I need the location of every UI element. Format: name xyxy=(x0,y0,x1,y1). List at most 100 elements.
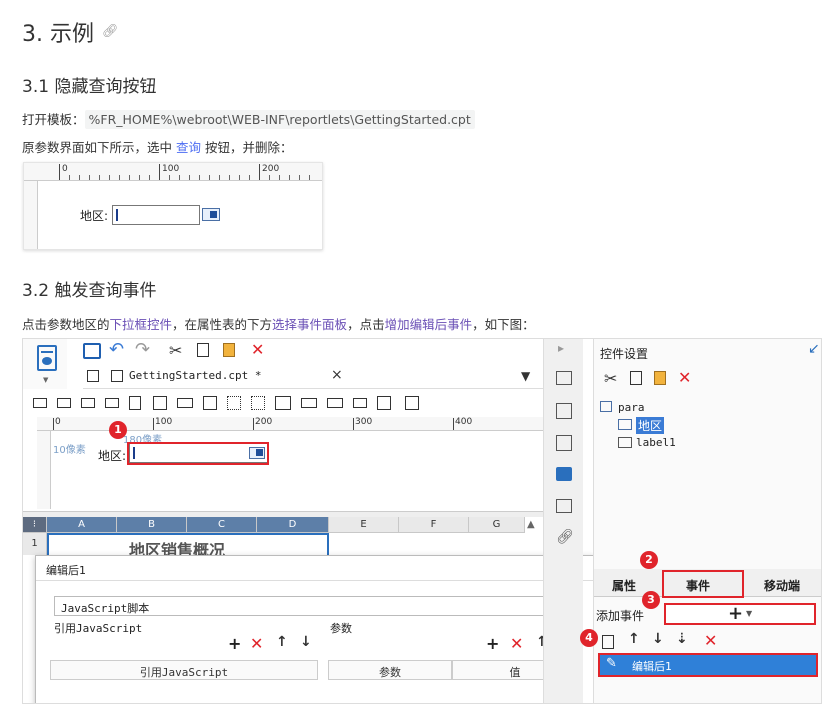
delete-icon[interactable]: ✕ xyxy=(678,370,691,386)
event-item-label: 编辑后1 xyxy=(632,660,672,673)
more-widgets-icon[interactable] xyxy=(405,396,419,410)
step-badge-4: 4 xyxy=(580,629,598,647)
dialog-title: 编辑后1 xyxy=(46,564,86,577)
copy-icon[interactable] xyxy=(197,343,209,357)
step-badge-1: 1 xyxy=(109,421,127,439)
chevron-down-icon[interactable]: ▼ xyxy=(43,376,48,384)
file-widget-icon[interactable] xyxy=(129,396,141,410)
highlight-events-tab xyxy=(662,570,744,598)
combo-link[interactable]: 下拉框控件 xyxy=(110,317,173,332)
event-sort-icon[interactable]: ⇣ xyxy=(676,631,688,647)
redo-icon[interactable]: ↷ xyxy=(135,339,150,360)
cell-attr-icon[interactable] xyxy=(556,371,572,385)
tab-attributes[interactable]: 属性 xyxy=(612,577,636,594)
event-panel-link[interactable]: 选择事件面板 xyxy=(272,317,347,332)
tree-root[interactable]: para xyxy=(618,401,645,414)
paste-icon[interactable] xyxy=(223,343,235,357)
script-type-select[interactable]: JavaScript脚本 ⌄ xyxy=(54,596,574,616)
row-header[interactable]: 1 xyxy=(23,533,47,555)
save-icon[interactable] xyxy=(83,343,101,359)
button-widget-icon[interactable] xyxy=(81,398,95,408)
paste-icon[interactable] xyxy=(654,371,666,385)
tab-title[interactable]: GettingStarted.cpt * xyxy=(129,369,261,382)
link-icon[interactable]: 🔗︎ xyxy=(102,24,119,39)
cut-icon[interactable]: ✂ xyxy=(604,369,617,388)
region-param-label: 地区: xyxy=(98,449,127,463)
hyperlink-icon[interactable]: 🔗︎ xyxy=(556,529,574,545)
cut-icon[interactable]: ✂ xyxy=(169,341,182,360)
col-header[interactable]: C xyxy=(187,517,257,533)
panel-title: 控件设置 xyxy=(600,347,649,361)
tree-widget-icon[interactable] xyxy=(377,396,391,410)
label-node-icon xyxy=(618,437,632,448)
template-path: %FR_HOME%\webroot\WEB-INF\reportlets\Get… xyxy=(84,110,475,129)
list-widget-icon[interactable] xyxy=(301,398,317,408)
add-after-edit-link[interactable]: 增加编辑后事件 xyxy=(385,317,473,332)
open-template-line: 打开模板： %FR_HOME%\webroot\WEB-INF\reportlet… xyxy=(22,109,475,129)
number-widget-icon[interactable] xyxy=(177,398,193,408)
float-element-icon[interactable] xyxy=(556,435,572,451)
add-event-label: 添加事件 xyxy=(596,609,645,623)
condition-attr-icon[interactable] xyxy=(556,499,572,513)
query-link[interactable]: 查询 xyxy=(176,140,201,155)
collapse-icon[interactable]: ↙ xyxy=(808,341,820,357)
page-title: 3. 示例 xyxy=(22,22,94,47)
tree-item-region[interactable]: 地区 xyxy=(636,417,665,434)
tab-menu-icon[interactable]: ▼ xyxy=(521,369,530,383)
delete-icon[interactable]: ✕ xyxy=(251,342,264,358)
tab-mobile[interactable]: 移动端 xyxy=(764,577,800,594)
date-widget-icon[interactable] xyxy=(153,396,167,410)
app-logo-icon[interactable] xyxy=(37,345,57,371)
event-up-icon[interactable]: ↑ xyxy=(628,631,640,647)
event-desc-line: 点击参数地区的下拉框控件，在属性表的下方选择事件面板，点击增加编辑后事件，如下图… xyxy=(22,314,535,333)
merged-title-cell[interactable]: 地区销售概况 xyxy=(47,533,329,560)
chevron-down-icon: ▼ xyxy=(746,609,753,618)
textarea-widget-icon[interactable] xyxy=(203,396,217,410)
ruler-num: 0 xyxy=(62,164,68,174)
label-widget-icon[interactable] xyxy=(57,398,71,408)
delete-ref-js-icon[interactable]: ✕ xyxy=(250,636,263,652)
delete-param-icon[interactable]: ✕ xyxy=(510,636,523,652)
text-widget-icon[interactable] xyxy=(275,396,291,410)
close-icon[interactable]: × xyxy=(331,367,343,383)
combo-widget-icon[interactable] xyxy=(105,398,119,408)
add-ref-js-icon[interactable]: + xyxy=(228,634,241,653)
chevron-up-icon[interactable]: ▲ xyxy=(527,519,535,530)
edit-icon: ✎ xyxy=(606,656,617,671)
col-header[interactable]: D xyxy=(257,517,329,533)
col-header[interactable]: A xyxy=(47,517,117,533)
copy-event-icon[interactable] xyxy=(602,635,614,649)
move-down-icon[interactable]: ↓ xyxy=(300,634,312,650)
combo-node-icon xyxy=(618,419,632,430)
add-event-button[interactable]: + ▼ xyxy=(664,603,816,625)
add-param-icon[interactable]: + xyxy=(486,634,499,653)
widget-settings-icon[interactable] xyxy=(556,467,572,481)
checkbox-widget-icon[interactable] xyxy=(353,398,367,408)
region-combo-input[interactable] xyxy=(112,205,200,225)
cell-element-icon[interactable] xyxy=(556,403,572,419)
ruler-num: 400 xyxy=(455,417,473,427)
delete-event-icon[interactable]: ✕ xyxy=(704,633,717,649)
grid-icon[interactable] xyxy=(87,370,99,382)
ruler-num: 300 xyxy=(355,417,373,427)
step-badge-3: 3 xyxy=(642,591,660,609)
add-event-symbol: + xyxy=(728,603,744,624)
checkbox-group-icon[interactable] xyxy=(251,396,265,410)
col-header[interactable]: E xyxy=(329,517,399,533)
expand-icon[interactable]: ▸ xyxy=(558,341,564,355)
grid-corner[interactable]: ⁝ xyxy=(23,517,47,533)
copy-icon[interactable] xyxy=(630,371,642,385)
textbox-widget-icon[interactable] xyxy=(33,398,47,408)
col-header[interactable]: F xyxy=(399,517,469,533)
col-header[interactable]: G xyxy=(469,517,525,533)
tree-item-label1[interactable]: label1 xyxy=(636,436,676,449)
move-up-icon[interactable]: ↑ xyxy=(276,634,288,650)
col-header[interactable]: B xyxy=(117,517,187,533)
event-list-item[interactable]: ✎ 编辑后1 xyxy=(598,653,818,677)
undo-icon[interactable]: ↶ xyxy=(109,339,124,360)
event-down-icon[interactable]: ↓ xyxy=(652,631,664,647)
dropdown-icon[interactable] xyxy=(202,208,220,221)
range-widget-icon[interactable] xyxy=(327,398,343,408)
ruler-num: 200 xyxy=(262,164,280,174)
radio-group-icon[interactable] xyxy=(227,396,241,410)
